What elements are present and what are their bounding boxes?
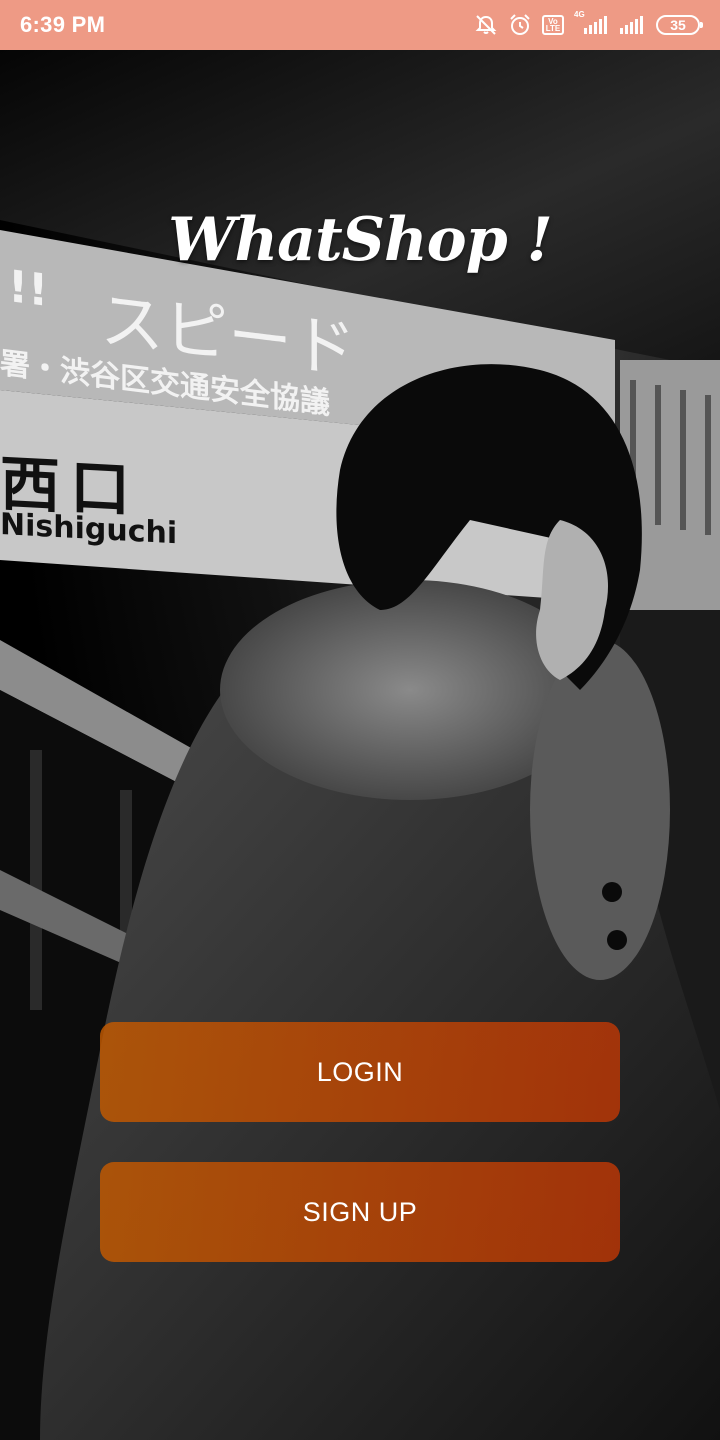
- network-type-label: 4G: [574, 10, 585, 19]
- login-screen: 6:39 PM Vo LTE 4G 35 !! スピード 署・渋谷区交通安全協議…: [0, 0, 720, 1440]
- volte-icon: Vo LTE: [542, 15, 564, 35]
- login-button[interactable]: LOGIN: [100, 1022, 620, 1122]
- status-time: 6:39 PM: [20, 12, 106, 37]
- signup-button[interactable]: SIGN UP: [100, 1162, 620, 1262]
- battery-icon: 35: [656, 15, 703, 35]
- app-title: WhatShop !: [168, 205, 553, 275]
- signal-4g-icon: 4G: [574, 10, 608, 36]
- status-icons: Vo LTE 4G 35: [474, 10, 703, 37]
- status-bar: 6:39 PM Vo LTE 4G 35: [0, 0, 720, 50]
- mute-bell-icon: [474, 14, 498, 36]
- signal-icon: [618, 14, 646, 36]
- alarm-icon: [508, 13, 532, 37]
